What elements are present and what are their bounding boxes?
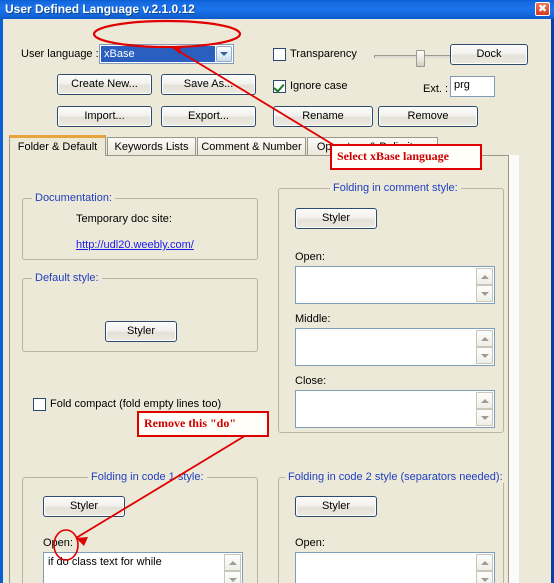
- folding-comment-open-spinner[interactable]: [476, 268, 493, 302]
- folding-code1-open-input[interactable]: if do class text for while: [43, 552, 243, 583]
- remove-button[interactable]: Remove: [378, 106, 478, 127]
- fold-compact-label: Fold compact (fold empty lines too): [50, 398, 222, 410]
- close-button[interactable]: ✖: [535, 2, 550, 16]
- folding-code2-group-title: Folding in code 2 style (separators need…: [285, 471, 506, 483]
- tab-panel-folder-default: Documentation: Temporary doc site: http:…: [9, 155, 509, 583]
- folding-code2-open-spinner[interactable]: [476, 554, 493, 583]
- spinner-up-icon[interactable]: [476, 554, 493, 571]
- import-button[interactable]: Import...: [57, 106, 152, 127]
- ext-input[interactable]: prg: [450, 76, 495, 97]
- tab-keywords-lists[interactable]: Keywords Lists: [107, 137, 196, 156]
- dock-button[interactable]: Dock: [450, 44, 528, 65]
- folding-comment-close-spinner[interactable]: [476, 392, 493, 426]
- spinner-down-icon[interactable]: [224, 571, 241, 583]
- spinner-down-icon[interactable]: [476, 285, 493, 302]
- spinner-down-icon[interactable]: [476, 347, 493, 364]
- panel-right-gap: [509, 155, 519, 583]
- ignore-case-checkbox[interactable]: [273, 80, 286, 93]
- create-new-button[interactable]: Create New...: [57, 74, 152, 95]
- folding-comment-middle-input[interactable]: [295, 328, 495, 366]
- folding-code2-styler-button[interactable]: Styler: [295, 496, 377, 517]
- user-language-combo[interactable]: xBase: [99, 44, 234, 64]
- folding-comment-close-label: Close:: [295, 375, 327, 387]
- spinner-down-icon[interactable]: [476, 409, 493, 426]
- spinner-up-icon[interactable]: [476, 268, 493, 285]
- save-as-button[interactable]: Save As...: [161, 74, 256, 95]
- tab-folder-default[interactable]: Folder & Default: [9, 135, 106, 156]
- folding-comment-middle-label: Middle:: [295, 313, 331, 325]
- folding-code2-open-label: Open:: [295, 537, 325, 549]
- user-language-label: User language :: [21, 48, 99, 60]
- transparency-slider[interactable]: [374, 50, 460, 67]
- close-icon: ✖: [537, 3, 548, 15]
- spinner-up-icon[interactable]: [476, 330, 493, 347]
- ext-label: Ext. :: [423, 83, 449, 95]
- folding-code1-group-title: Folding in code 1 style:: [88, 471, 207, 483]
- rename-button[interactable]: Rename: [273, 106, 373, 127]
- annotation-remove-do: Remove this "do": [137, 411, 269, 437]
- folding-code1-styler-button[interactable]: Styler: [43, 496, 125, 517]
- folding-code1-open-label: Open:: [43, 537, 73, 549]
- folding-comment-group-title: Folding in comment style:: [330, 182, 461, 194]
- folding-code1-open-spinner[interactable]: [224, 554, 241, 583]
- folding-comment-open-label: Open:: [295, 251, 325, 263]
- folding-comment-close-input[interactable]: [295, 390, 495, 428]
- udl-dialog: User Defined Language v.2.1.0.12 ✖ User …: [0, 0, 554, 583]
- annotation-select-language: Select xBase language: [330, 144, 482, 170]
- ignore-case-label: Ignore case: [290, 80, 348, 92]
- documentation-link[interactable]: http://udl20.weebly.com/: [76, 239, 194, 251]
- folding-comment-open-input[interactable]: [295, 266, 495, 304]
- folding-comment-middle-spinner[interactable]: [476, 330, 493, 364]
- documentation-group-title: Documentation:: [32, 192, 116, 204]
- transparency-label: Transparency: [290, 48, 357, 60]
- default-style-styler-button[interactable]: Styler: [105, 321, 177, 342]
- transparency-checkbox[interactable]: [273, 48, 286, 61]
- folding-code2-open-input[interactable]: [295, 552, 495, 583]
- user-language-value: xBase: [101, 46, 215, 62]
- spinner-up-icon[interactable]: [224, 554, 241, 571]
- folding-comment-styler-button[interactable]: Styler: [295, 208, 377, 229]
- spinner-up-icon[interactable]: [476, 392, 493, 409]
- spinner-down-icon[interactable]: [476, 571, 493, 583]
- transparency-slider-thumb[interactable]: [416, 50, 425, 67]
- title-bar: User Defined Language v.2.1.0.12 ✖: [0, 0, 554, 20]
- folding-code1-open-value: if do class text for while: [48, 556, 162, 568]
- tab-comment-number[interactable]: Comment & Number: [197, 137, 306, 156]
- documentation-text: Temporary doc site:: [76, 213, 172, 225]
- export-button[interactable]: Export...: [161, 106, 256, 127]
- default-style-group-title: Default style:: [32, 272, 102, 284]
- chevron-down-icon[interactable]: [216, 46, 232, 62]
- dialog-client-area: User language : xBase Transparency Dock …: [3, 19, 551, 583]
- window-title: User Defined Language v.2.1.0.12: [5, 2, 195, 16]
- fold-compact-checkbox[interactable]: [33, 398, 46, 411]
